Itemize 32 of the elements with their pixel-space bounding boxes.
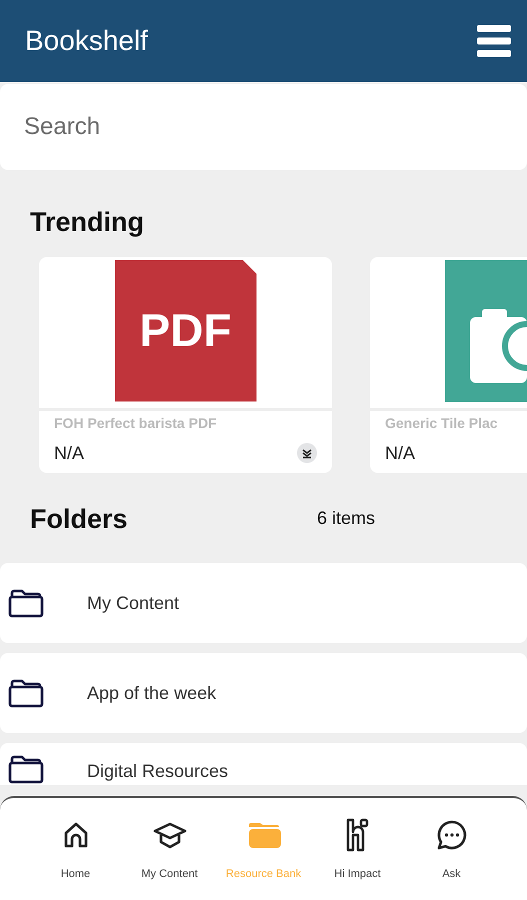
menu-icon[interactable] [477,25,511,57]
folder-icon [246,820,280,850]
resource-meta: N/A [385,442,416,464]
folder-row[interactable]: My Content [0,563,527,643]
section-heading: Trending [30,207,144,237]
chat-icon [436,819,468,851]
resource-meta: N/A [54,442,84,464]
nav-tab[interactable]: My Content [122,818,216,900]
hi-logo-icon [346,818,370,852]
resource-title: FOH Perfect barista PDF [54,414,218,432]
folder-icon [8,754,44,785]
graduation-cap-icon [152,820,186,850]
nav-tab[interactable]: Ask [404,818,498,900]
folder-name: My Content [87,592,180,615]
resource-card[interactable]: Generic Tile Plac N/A [370,256,527,472]
folder-row[interactable]: Digital Resources [0,743,527,785]
folder-row[interactable]: App of the week [0,653,527,733]
folder-name: Digital Resources [87,760,228,783]
section-heading: Folders [30,502,129,536]
nav-tab[interactable]: Home [28,818,122,900]
pdf-label: PDF [140,303,232,358]
nav-tab[interactable]: Hi Impact [310,818,404,900]
resource-card[interactable]: PDF FOH Perfect barista PDF N/A [39,256,332,472]
folder-icon [8,588,44,618]
app-title: Bookshelf [25,24,148,58]
download-icon[interactable] [297,443,317,463]
resource-title: Generic Tile Plac [385,414,499,432]
folder-icon [8,678,44,708]
item-count: 6 items [317,507,376,530]
camera-icon [445,260,527,402]
folder-name: App of the week [87,682,216,705]
search-field[interactable]: Search [0,84,527,170]
